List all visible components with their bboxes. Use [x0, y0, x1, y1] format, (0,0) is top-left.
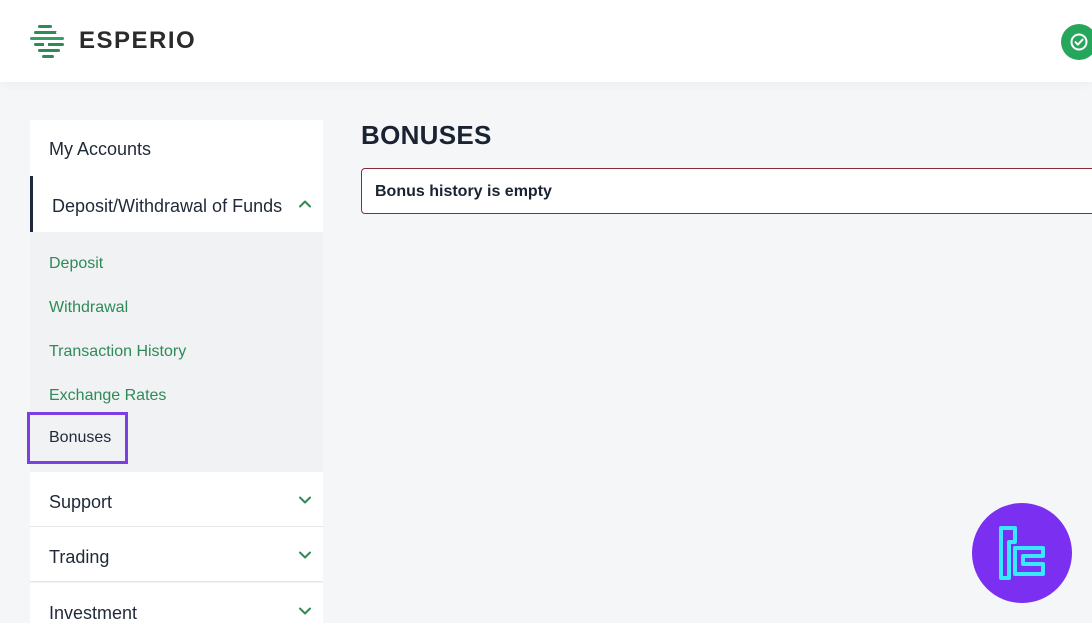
chevron-up-icon [299, 200, 311, 208]
esperio-logo[interactable]: ESPERIO [30, 24, 196, 58]
sidebar-item-transaction-history[interactable]: Transaction History [49, 343, 186, 361]
chevron-down-icon [299, 496, 311, 504]
watermark-logo [972, 503, 1072, 603]
sidebar-section-trading[interactable]: Trading [30, 527, 323, 582]
verified-status-badge[interactable] [1061, 24, 1092, 60]
empty-state-message: Bonus history is empty [375, 183, 552, 200]
sidebar-item-label: Bonuses [49, 429, 112, 446]
sidebar-section-support[interactable]: Support [30, 472, 323, 527]
sidebar-section-label: Trading [49, 547, 110, 567]
sidebar-section-label: Deposit/Withdrawal of Funds [52, 196, 283, 216]
logo-mark-icon [30, 25, 64, 58]
empty-state-alert: Bonus history is empty [361, 168, 1092, 214]
sidebar-section-investment[interactable]: Investment [30, 583, 323, 623]
sidebar-section-label: Support [49, 492, 113, 512]
chevron-down-icon [299, 551, 311, 559]
sidebar-item-label: My Accounts [49, 139, 152, 159]
sidebar-section-funds[interactable]: Deposit/Withdrawal of Funds [30, 176, 323, 232]
sidebar-nav: My Accounts Deposit/Withdrawal of Funds … [27, 120, 323, 623]
sidebar-item-my-accounts[interactable]: My Accounts [30, 120, 323, 176]
sidebar-item-deposit[interactable]: Deposit [49, 255, 103, 273]
top-header: ESPERIO [0, 0, 1092, 82]
sidebar-item-bonuses[interactable]: Bonuses [27, 412, 128, 464]
sidebar-section-label: Investment [49, 603, 138, 623]
chevron-down-icon [299, 607, 311, 615]
page-title: BONUSES [361, 120, 492, 150]
check-circle-icon [1070, 33, 1088, 51]
sidebar-item-withdrawal[interactable]: Withdrawal [49, 299, 128, 317]
sidebar-item-exchange-rates[interactable]: Exchange Rates [49, 387, 166, 405]
logo-text: ESPERIO [79, 27, 197, 54]
tc-logo-icon [999, 526, 1045, 580]
